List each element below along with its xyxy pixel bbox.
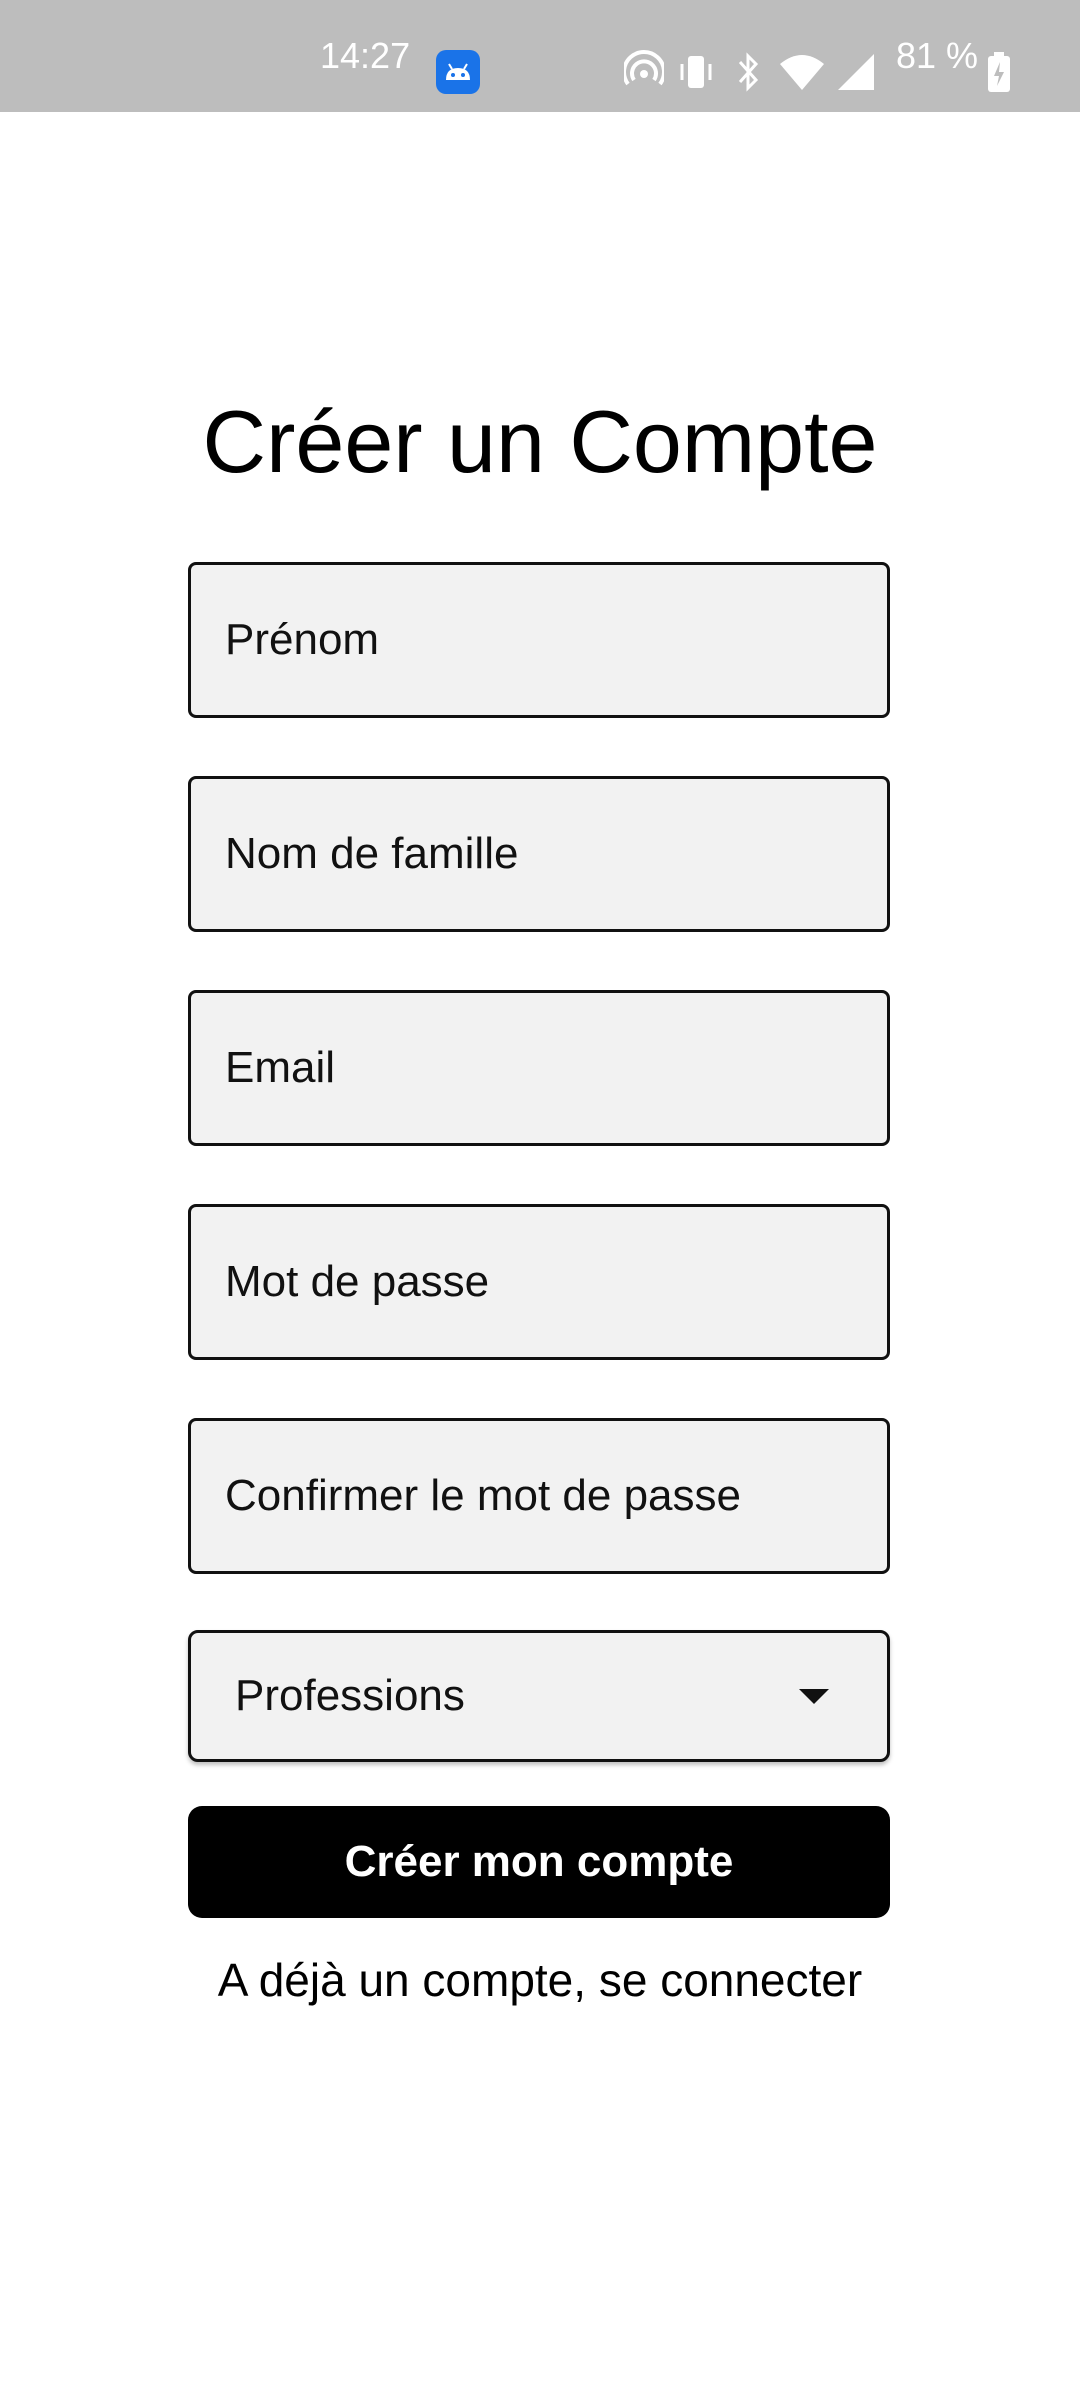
confirm-password-field-container	[188, 1418, 890, 1574]
battery-icon	[986, 50, 1012, 94]
page-title: Créer un Compte	[202, 392, 878, 491]
signal-icon	[836, 50, 876, 94]
confirm-password-field[interactable]	[191, 1421, 887, 1571]
vibrate-icon	[676, 50, 716, 94]
battery-percentage: 81 %	[896, 35, 979, 76]
profession-dropdown-label: Professions	[235, 1671, 465, 1720]
profession-dropdown[interactable]: Professions	[188, 1630, 890, 1762]
wifi-icon	[778, 50, 826, 94]
status-time: 14:27	[320, 35, 411, 76]
last-name-field-container	[188, 776, 890, 932]
signin-link[interactable]: A déjà un compte, se connecter	[0, 1950, 1080, 2010]
password-field[interactable]	[191, 1207, 887, 1357]
last-name-field[interactable]	[191, 779, 887, 929]
create-account-button[interactable]: Créer mon compte	[188, 1806, 890, 1918]
android-app-icon	[436, 50, 480, 94]
bluetooth-icon	[732, 50, 764, 94]
first-name-field-container	[188, 562, 890, 718]
status-bar: 14:27 81 %	[0, 0, 1080, 112]
password-field-container	[188, 1204, 890, 1360]
first-name-field[interactable]	[191, 565, 887, 715]
hotspot-icon	[622, 50, 666, 94]
email-field[interactable]	[191, 993, 887, 1143]
caret-down-icon	[799, 1689, 829, 1704]
email-field-container	[188, 990, 890, 1146]
